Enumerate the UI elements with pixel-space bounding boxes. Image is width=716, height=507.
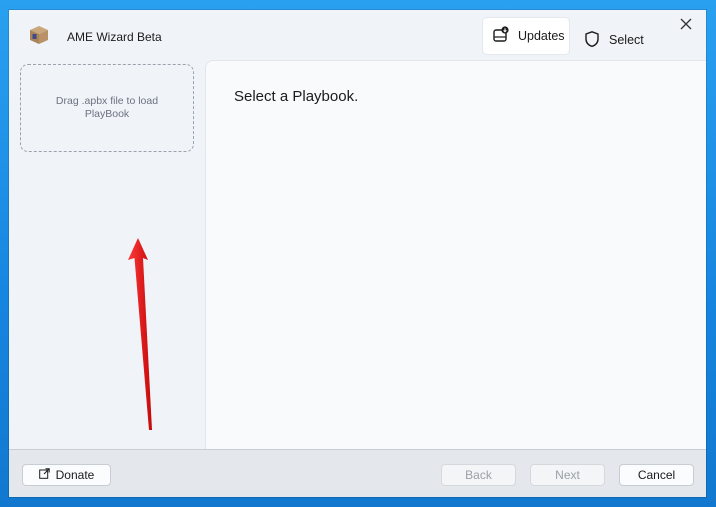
playbook-dropzone[interactable]: Drag .apbx file to load PlayBook [20, 64, 194, 152]
annotation-arrow [128, 238, 152, 430]
footer-bar: Donate Back Next Cancel [9, 449, 706, 497]
title-bar: AME Wizard Beta Updates Select [9, 10, 706, 60]
box-icon [28, 24, 50, 46]
dropzone-text: Drag .apbx file to load PlayBook [55, 95, 159, 120]
select-label: Select [609, 33, 644, 47]
donate-button[interactable]: Donate [22, 464, 111, 486]
updates-button[interactable]: Updates [483, 18, 569, 54]
app-window: AME Wizard Beta Updates Select Drag .apb… [9, 10, 706, 497]
back-button[interactable]: Back [441, 464, 516, 486]
main-content: Select a Playbook. [205, 60, 706, 449]
select-button[interactable]: Select [574, 22, 653, 58]
app-title: AME Wizard Beta [67, 30, 162, 44]
close-icon [680, 17, 692, 35]
updates-label: Updates [518, 29, 565, 43]
sidebar: Drag .apbx file to load PlayBook [9, 60, 205, 450]
next-button[interactable]: Next [530, 464, 605, 486]
external-link-icon [38, 468, 50, 482]
page-title: Select a Playbook. [234, 88, 359, 105]
cancel-button[interactable]: Cancel [619, 464, 694, 486]
shield-icon [583, 30, 601, 51]
donate-label: Donate [55, 468, 95, 482]
close-button[interactable] [676, 16, 696, 36]
updates-icon [492, 25, 510, 47]
